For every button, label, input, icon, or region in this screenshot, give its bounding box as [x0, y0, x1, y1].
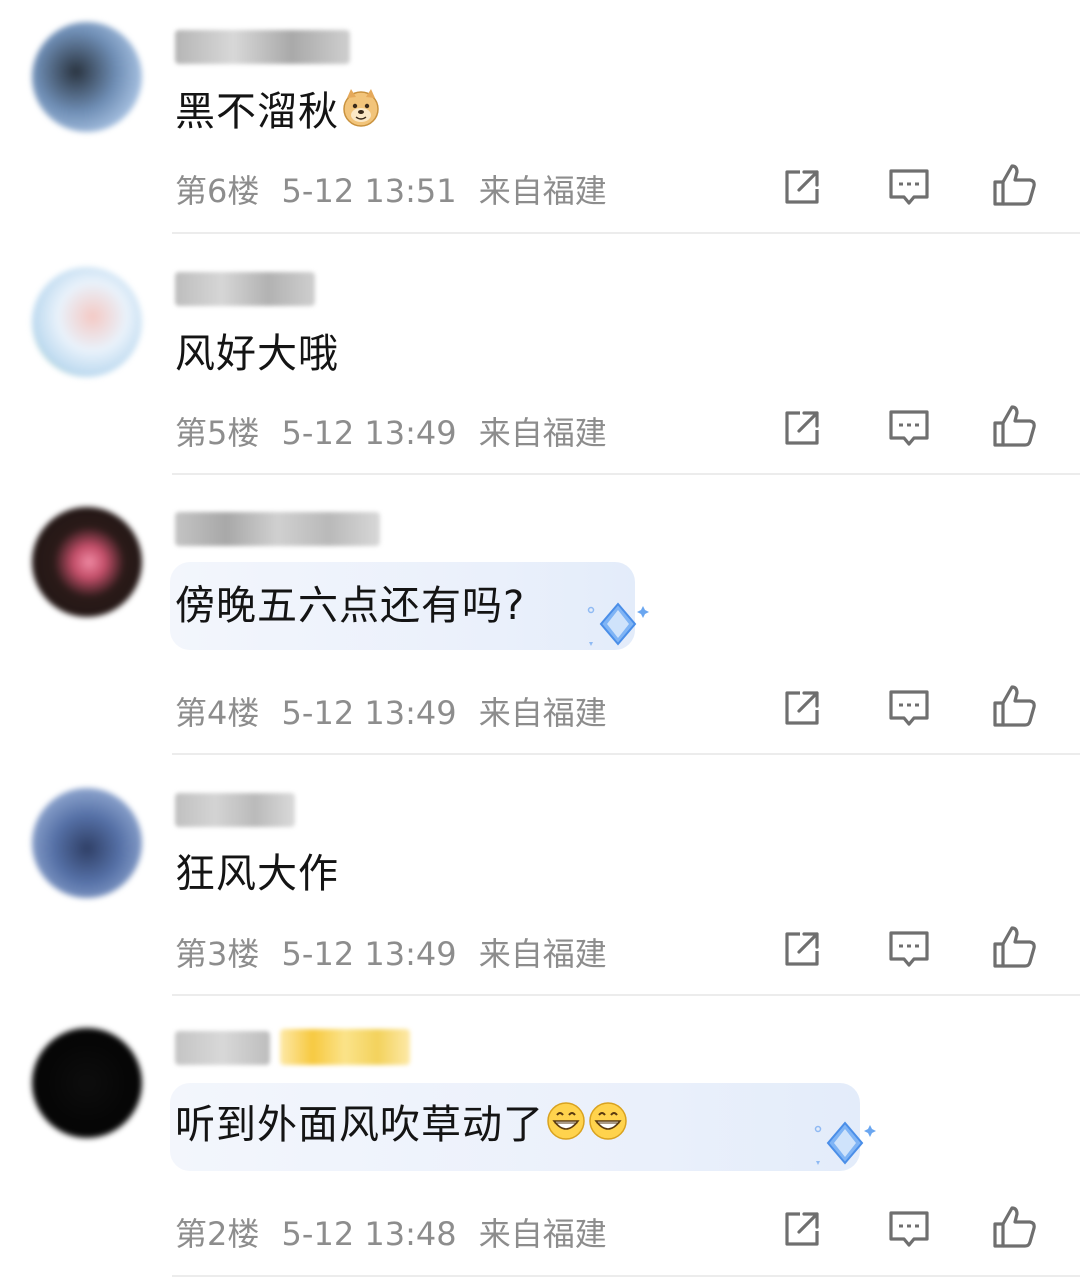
comment-text: 傍晚五六点还有吗? [175, 583, 526, 629]
comment-text: 黑不溜秋 [175, 89, 339, 135]
avatar[interactable] [32, 507, 142, 617]
reply-icon[interactable] [884, 162, 934, 212]
reply-icon[interactable] [884, 924, 934, 974]
grin-emoji-icon [547, 1102, 585, 1140]
comment-location: 来自福建 [478, 694, 607, 732]
thumbs-up-icon[interactable] [990, 922, 1040, 972]
comment-text: 听到外面风吹草动了 [175, 1102, 544, 1148]
comment-location: 来自福建 [478, 935, 607, 973]
username-blurred[interactable] [175, 30, 350, 64]
avatar[interactable] [32, 788, 142, 898]
floor-label: 第2楼 [175, 1215, 260, 1253]
divider [172, 1275, 1080, 1277]
comment-time: 5-12 13:48 [281, 1215, 457, 1253]
comment-time: 5-12 13:49 [281, 694, 457, 732]
reply-icon[interactable] [884, 1204, 934, 1254]
username-blurred[interactable] [175, 272, 315, 306]
comment-location: 来自福建 [478, 172, 607, 210]
floor-label: 第4楼 [175, 694, 260, 732]
thumbs-up-icon[interactable] [990, 160, 1040, 210]
floor-label: 第5楼 [175, 414, 260, 452]
comment-item: 黑不溜秋 第6楼 5-12 13:51 来自福建 [0, 0, 1080, 234]
bubble-gem-icon [814, 1121, 876, 1165]
comment-item: 狂风大作 第3楼 5-12 13:49 来自福建 [0, 755, 1080, 996]
username-blurred[interactable] [175, 793, 295, 827]
share-icon[interactable] [778, 683, 828, 733]
bubble-gem-icon [587, 602, 649, 646]
floor-label: 第6楼 [175, 172, 260, 210]
share-icon[interactable] [778, 1204, 828, 1254]
share-icon[interactable] [778, 403, 828, 453]
comment-text: 狂风大作 [175, 851, 339, 897]
comment-item: 风好大哦 第5楼 5-12 13:49 来自福建 [0, 234, 1080, 475]
thumbs-up-icon[interactable] [990, 1202, 1040, 1252]
doge-emoji-icon [343, 89, 379, 127]
comment-time: 5-12 13:51 [281, 172, 457, 210]
user-badge-blurred [280, 1029, 410, 1065]
floor-label: 第3楼 [175, 935, 260, 973]
grin-emoji-icon [589, 1102, 627, 1140]
reply-icon[interactable] [884, 403, 934, 453]
avatar[interactable] [32, 267, 142, 377]
comment-item: 听到外面风吹草动了 第2楼 5-12 13:48 来自福建 [0, 995, 1080, 1283]
thumbs-up-icon[interactable] [990, 681, 1040, 731]
comment-text: 风好大哦 [175, 331, 339, 377]
comment-location: 来自福建 [478, 1215, 607, 1253]
comment-time: 5-12 13:49 [281, 414, 457, 452]
avatar[interactable] [32, 1028, 142, 1138]
username-blurred[interactable] [175, 512, 380, 546]
comment-time: 5-12 13:49 [281, 935, 457, 973]
comment-location: 来自福建 [478, 414, 607, 452]
thumbs-up-icon[interactable] [990, 401, 1040, 451]
username-blurred[interactable] [175, 1031, 270, 1065]
share-icon[interactable] [778, 162, 828, 212]
avatar[interactable] [32, 22, 142, 132]
comment-item: 傍晚五六点还有吗? 第4楼 5-12 13:49 来自福建 [0, 474, 1080, 755]
reply-icon[interactable] [884, 683, 934, 733]
share-icon[interactable] [778, 924, 828, 974]
